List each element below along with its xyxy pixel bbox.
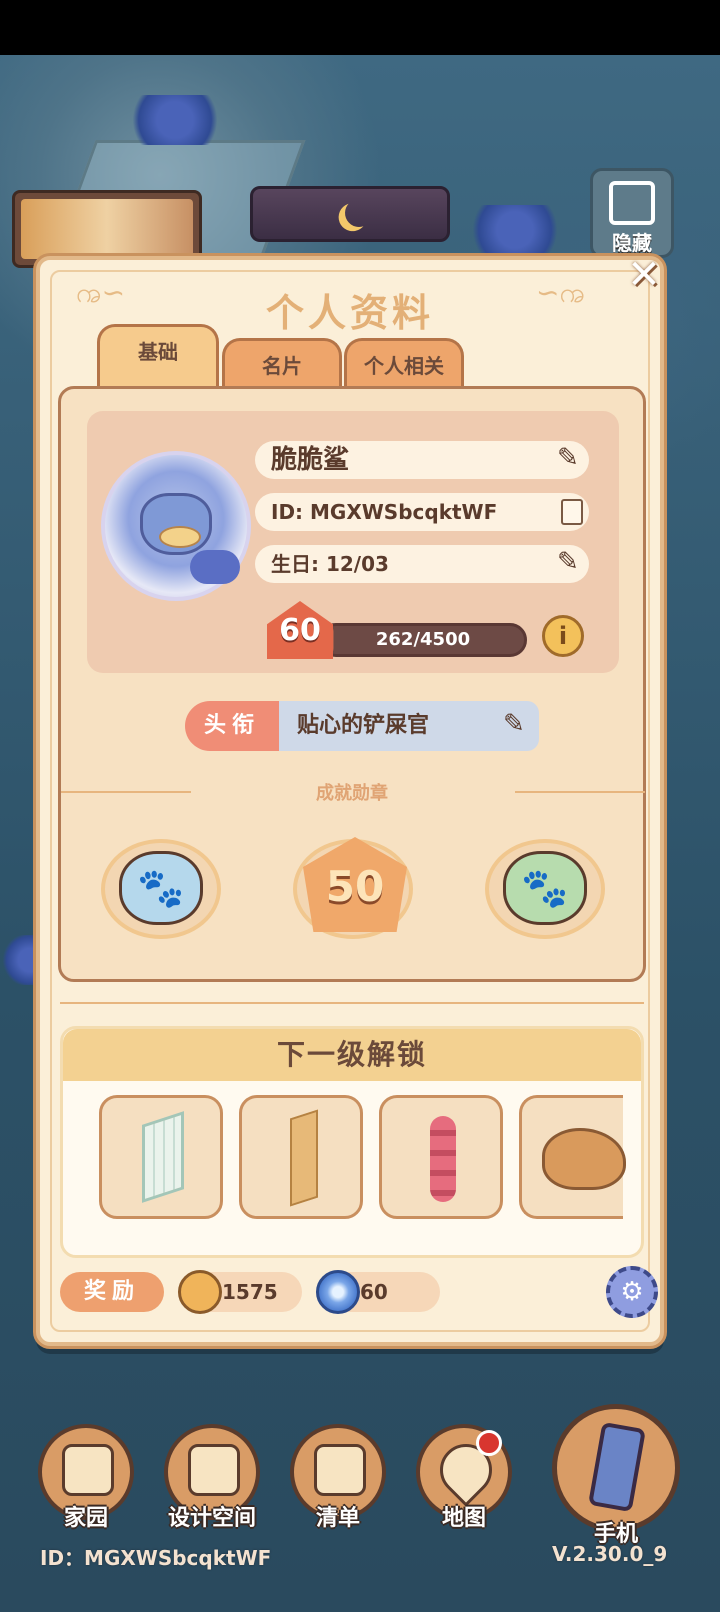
- next-level-unlock: 下一级解锁: [60, 1026, 644, 1258]
- unlock-header: 下一级解锁: [63, 1029, 641, 1081]
- status-bar: [0, 0, 720, 55]
- profile-panel: ꩠ∽ ∽ꩠ 个人资料 基础 名片 个人相关 脆脆鲨 ✎ ID: MGXWSbcq…: [36, 256, 664, 1346]
- unlock-item-flower-vine[interactable]: [379, 1095, 503, 1219]
- medal-level-50[interactable]: 50: [283, 829, 423, 949]
- wood-panel-icon: [290, 1109, 318, 1207]
- player-id: ID: MGXWSbcqktWF: [271, 500, 498, 524]
- xp-progress-bar: 262/4500: [319, 623, 527, 657]
- version-label: V.2.30.0_9: [552, 1542, 668, 1566]
- player-name: 脆脆鲨: [271, 445, 350, 475]
- window-icon: [142, 1111, 184, 1203]
- moon-icon: [343, 197, 375, 229]
- paw-icon: 🐾: [119, 851, 203, 925]
- nav-list-label: 清单: [315, 1506, 360, 1531]
- medal-paw-green[interactable]: 🐾: [475, 829, 615, 949]
- title-value: 贴心的铲屎官: [279, 701, 539, 751]
- reward-label: 奖励: [60, 1272, 164, 1312]
- nav-map-label: 地图: [441, 1506, 486, 1531]
- hydrangea-decoration: [120, 95, 230, 145]
- home-icon: [62, 1444, 114, 1496]
- player-id-field: ID: MGXWSbcqktWF: [255, 493, 589, 531]
- basic-content: 脆脆鲨 ✎ ID: MGXWSbcqktWF 生日: 12/03 ✎ 262/4…: [58, 386, 646, 982]
- gem-amount: 60: [360, 1280, 388, 1304]
- xp-text: 262/4500: [375, 629, 471, 650]
- list-icon: [314, 1444, 366, 1496]
- coin-icon: [178, 1270, 222, 1314]
- nav-design-label: 设计空间: [167, 1506, 256, 1531]
- close-button[interactable]: ✕: [624, 255, 664, 296]
- copy-icon[interactable]: [556, 499, 583, 529]
- reward-row: 奖励 1575 60 ⚙: [60, 1266, 658, 1318]
- nav-home-label: 家园: [63, 1506, 108, 1531]
- medals-header: 成就勋章: [316, 783, 388, 804]
- profile-card: 脆脆鲨 ✎ ID: MGXWSbcqktWF 生日: 12/03 ✎ 262/4…: [87, 411, 619, 673]
- gem-reward: 60: [316, 1270, 440, 1314]
- title-label: 头衔: [185, 701, 279, 751]
- edit-birthday-icon[interactable]: ✎: [557, 547, 597, 577]
- footer-player-id: ID：MGXWSbcqktWF: [40, 1546, 272, 1570]
- shark-avatar-icon: [140, 493, 212, 555]
- gem-icon: [316, 1270, 360, 1314]
- player-level: 60: [279, 613, 321, 648]
- night-mode-banner[interactable]: [250, 186, 450, 242]
- tab-basic[interactable]: 基础: [97, 324, 219, 390]
- unlock-item-capybara[interactable]: [519, 1095, 626, 1219]
- avatar[interactable]: [101, 451, 251, 601]
- edit-name-icon[interactable]: ✎: [557, 443, 597, 473]
- birthday-field: 生日: 12/03 ✎: [255, 545, 589, 583]
- unlock-item-window[interactable]: [99, 1095, 223, 1219]
- coin-amount: 1575: [222, 1280, 278, 1304]
- settings-gear-icon[interactable]: ⚙: [606, 1266, 658, 1318]
- flower-vine-icon: [430, 1116, 456, 1202]
- hide-ui-button[interactable]: 隐藏: [590, 168, 674, 258]
- info-icon[interactable]: i: [542, 615, 584, 657]
- design-icon: [188, 1444, 240, 1496]
- notification-dot: [476, 1430, 502, 1456]
- frame-icon: [609, 181, 655, 225]
- medal-paw-blue[interactable]: 🐾: [91, 829, 231, 949]
- flower-icon: [190, 550, 240, 584]
- phone-icon: [588, 1421, 646, 1513]
- coin-reward: 1575: [178, 1270, 302, 1314]
- divider: [60, 1002, 644, 1004]
- birthday: 生日: 12/03: [271, 552, 389, 576]
- edit-title-icon[interactable]: ✎: [503, 709, 525, 739]
- player-name-field: 脆脆鲨 ✎: [255, 441, 589, 479]
- unlock-item-wood-panel[interactable]: [239, 1095, 363, 1219]
- hydrangea-decoration: [460, 205, 570, 255]
- capybara-icon: [542, 1128, 626, 1190]
- paw-icon: 🐾: [503, 851, 587, 925]
- nav-phone-button[interactable]: [552, 1404, 680, 1532]
